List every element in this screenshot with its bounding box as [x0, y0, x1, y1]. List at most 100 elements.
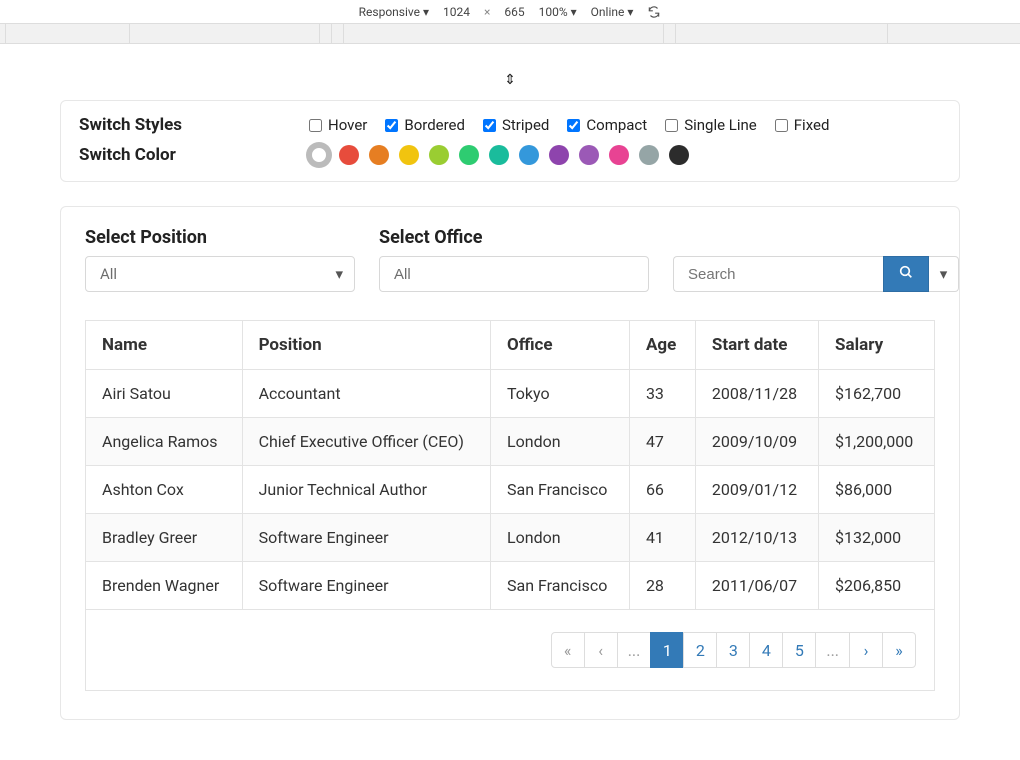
page-page-2[interactable]: 2: [683, 632, 717, 668]
rotate-icon[interactable]: [647, 5, 661, 19]
cell-position: Accountant: [242, 370, 490, 418]
page-last[interactable]: »: [882, 632, 916, 668]
cell-age: 33: [629, 370, 695, 418]
color-swatch[interactable]: [669, 145, 689, 165]
chevron-down-icon: ▾: [335, 265, 343, 283]
style-checkbox[interactable]: [309, 119, 322, 132]
column-header-name[interactable]: Name: [86, 321, 243, 370]
style-toggle-label: Fixed: [794, 116, 830, 134]
color-swatch[interactable]: [309, 145, 329, 165]
cell-salary: $206,850: [819, 562, 935, 610]
style-toggle-label: Striped: [502, 116, 549, 134]
cell-start: 2009/10/09: [695, 418, 818, 466]
color-swatch[interactable]: [519, 145, 539, 165]
cell-position: Chief Executive Officer (CEO): [242, 418, 490, 466]
cell-office: London: [491, 418, 630, 466]
viewport-width[interactable]: 1024: [443, 5, 470, 19]
resize-handle-icon[interactable]: ⇕: [0, 72, 1020, 88]
page-prev: ‹: [584, 632, 618, 668]
style-toggle-label: Compact: [586, 116, 647, 134]
color-swatch[interactable]: [609, 145, 629, 165]
cell-age: 66: [629, 466, 695, 514]
column-header-age[interactable]: Age: [629, 321, 695, 370]
color-swatch[interactable]: [399, 145, 419, 165]
cell-name: Brenden Wagner: [86, 562, 243, 610]
switch-styles-label: Switch Styles: [79, 115, 309, 135]
cell-office: London: [491, 514, 630, 562]
page-page-3[interactable]: 3: [716, 632, 750, 668]
style-toggle-bordered[interactable]: Bordered: [385, 116, 465, 134]
cell-age: 47: [629, 418, 695, 466]
network-mode[interactable]: Online ▾: [591, 5, 634, 19]
cell-name: Ashton Cox: [86, 466, 243, 514]
color-swatch[interactable]: [369, 145, 389, 165]
page-next[interactable]: ›: [849, 632, 883, 668]
ruler-bar: [0, 24, 1020, 44]
search-input[interactable]: [673, 256, 883, 292]
color-swatch[interactable]: [639, 145, 659, 165]
page-ellipsis: ...: [815, 632, 850, 668]
select-position[interactable]: All ▾: [85, 256, 355, 292]
table-row: Bradley GreerSoftware EngineerLondon4120…: [86, 514, 935, 562]
viewport-height[interactable]: 665: [504, 5, 524, 19]
color-swatch[interactable]: [429, 145, 449, 165]
cell-start: 2011/06/07: [695, 562, 818, 610]
color-swatch[interactable]: [549, 145, 569, 165]
color-swatch[interactable]: [339, 145, 359, 165]
style-toggle-hover[interactable]: Hover: [309, 116, 367, 134]
page-ellipsis: ...: [617, 632, 652, 668]
cell-start: 2012/10/13: [695, 514, 818, 562]
search-button[interactable]: [883, 256, 929, 292]
style-toggle-compact[interactable]: Compact: [567, 116, 647, 134]
cell-office: Tokyo: [491, 370, 630, 418]
style-toggle-single-line[interactable]: Single Line: [665, 116, 757, 134]
style-toggle-striped[interactable]: Striped: [483, 116, 549, 134]
cell-salary: $1,200,000: [819, 418, 935, 466]
color-swatch[interactable]: [489, 145, 509, 165]
select-position-value: All: [100, 265, 117, 283]
cell-position: Software Engineer: [242, 514, 490, 562]
table-row: Brenden WagnerSoftware EngineerSan Franc…: [86, 562, 935, 610]
column-header-office[interactable]: Office: [491, 321, 630, 370]
search-icon: [898, 264, 914, 284]
select-office-input[interactable]: [379, 256, 649, 292]
zoom-level[interactable]: 100% ▾: [539, 5, 577, 19]
page-first: «: [551, 632, 585, 668]
cell-name: Angelica Ramos: [86, 418, 243, 466]
style-checkbox[interactable]: [483, 119, 496, 132]
cell-start: 2008/11/28: [695, 370, 818, 418]
cell-age: 28: [629, 562, 695, 610]
style-switcher-panel: Switch Styles Hover Bordered Striped Compac…: [60, 100, 960, 182]
table-row: Airi SatouAccountantTokyo332008/11/28$16…: [86, 370, 935, 418]
table-row: Angelica RamosChief Executive Officer (C…: [86, 418, 935, 466]
device-mode[interactable]: Responsive ▾: [359, 5, 429, 19]
table-row: Ashton CoxJunior Technical AuthorSan Fra…: [86, 466, 935, 514]
cell-position: Junior Technical Author: [242, 466, 490, 514]
page-page-4[interactable]: 4: [749, 632, 783, 668]
style-checkbox[interactable]: [567, 119, 580, 132]
chevron-down-icon: ▾: [940, 265, 948, 283]
style-checkbox[interactable]: [385, 119, 398, 132]
filters-panel: Select Position All ▾ Select Office: [60, 206, 960, 720]
select-office-label: Select Office: [379, 227, 649, 248]
cell-name: Bradley Greer: [86, 514, 243, 562]
color-swatch[interactable]: [579, 145, 599, 165]
column-header-salary[interactable]: Salary: [819, 321, 935, 370]
viewport-sep: ×: [484, 5, 490, 19]
cell-name: Airi Satou: [86, 370, 243, 418]
column-header-position[interactable]: Position: [242, 321, 490, 370]
cell-salary: $132,000: [819, 514, 935, 562]
style-checkbox[interactable]: [775, 119, 788, 132]
cell-office: San Francisco: [491, 562, 630, 610]
page-page-1[interactable]: 1: [650, 632, 684, 668]
style-toggle-fixed[interactable]: Fixed: [775, 116, 830, 134]
cell-salary: $86,000: [819, 466, 935, 514]
page-page-5[interactable]: 5: [782, 632, 816, 668]
color-swatch[interactable]: [459, 145, 479, 165]
style-checkbox[interactable]: [665, 119, 678, 132]
search-options-toggle[interactable]: ▾: [929, 256, 959, 292]
select-position-label: Select Position: [85, 227, 355, 248]
switch-color-label: Switch Color: [79, 145, 309, 165]
column-header-start-date[interactable]: Start date: [695, 321, 818, 370]
data-table: NamePositionOfficeAgeStart dateSalary Ai…: [85, 320, 935, 610]
